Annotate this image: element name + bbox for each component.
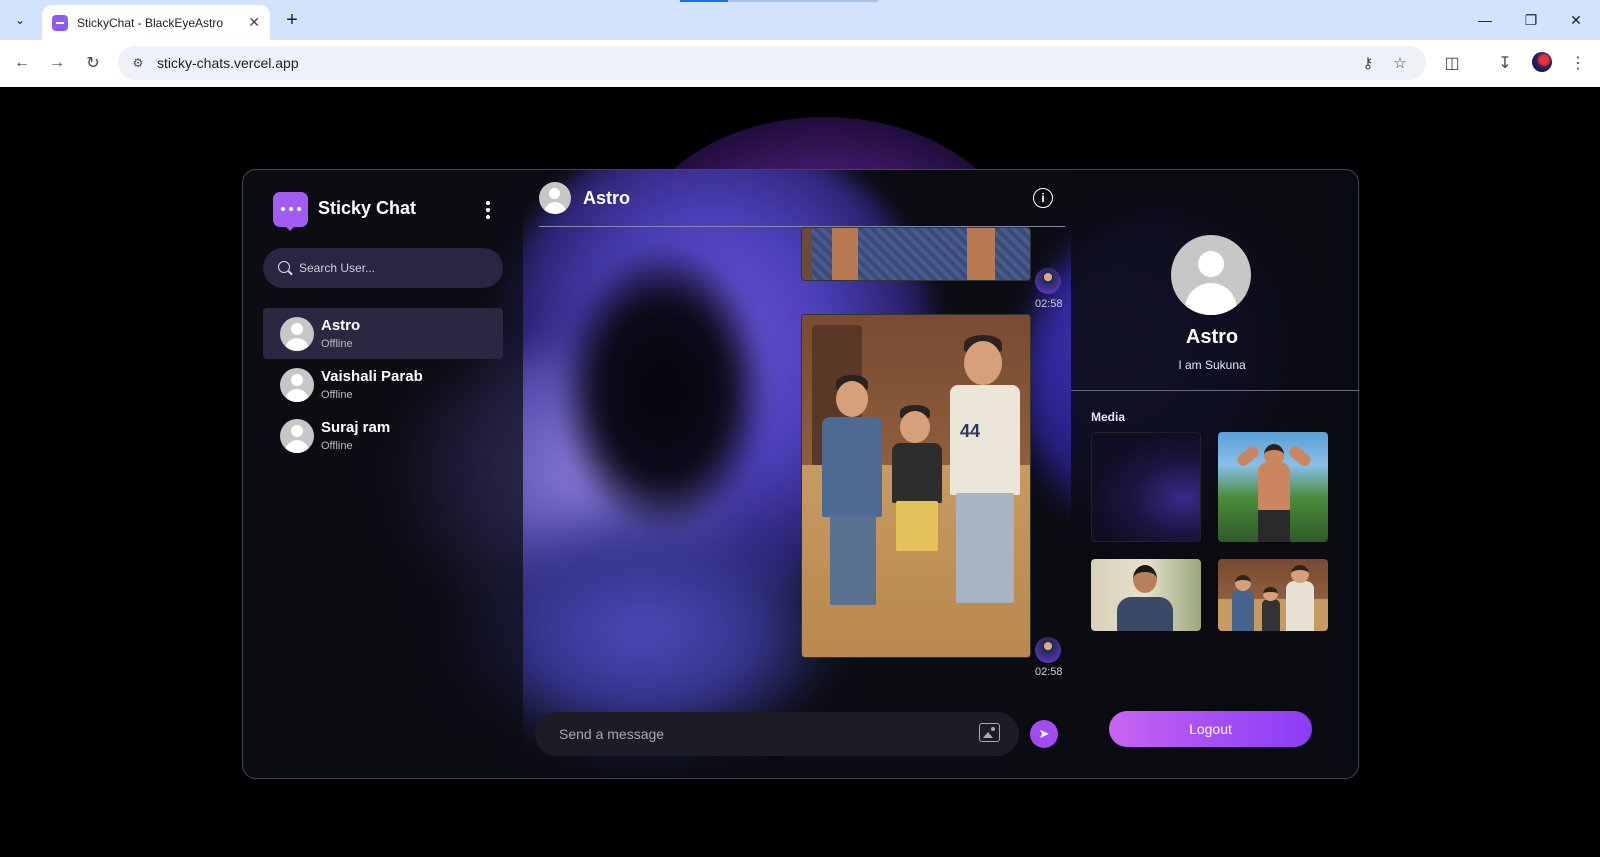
media-thumbnail[interactable]	[1218, 559, 1328, 631]
search-input[interactable]	[299, 258, 489, 278]
message-time: 02:58	[1035, 666, 1063, 678]
chat-panel: Astro i 02:58 44 02:58 Send a message ➤	[523, 170, 1071, 778]
user-avatar-icon	[280, 317, 314, 351]
restore-icon[interactable]: ❐	[1516, 8, 1546, 32]
media-thumbnail[interactable]	[1218, 432, 1328, 542]
bookmark-star-icon[interactable]: ☆	[1390, 53, 1410, 73]
media-heading: Media	[1091, 410, 1126, 424]
reload-icon[interactable]: ↻	[81, 51, 105, 75]
user-name: Suraj ram	[321, 419, 391, 436]
close-window-icon[interactable]: ✕	[1561, 8, 1591, 32]
tab-indicator-secondary	[728, 0, 878, 2]
user-item-vaishali-parab[interactable]: Vaishali Parab Offline	[263, 359, 503, 410]
url-text[interactable]: sticky-chats.vercel.app	[157, 55, 299, 71]
browser-tab-bar: ⌄ StickyChat - BlackEyeAstro ✕ + — ❐ ✕	[0, 0, 1600, 40]
user-status: Offline	[321, 338, 353, 350]
user-status: Offline	[321, 389, 353, 401]
info-icon[interactable]: i	[1033, 188, 1053, 208]
user-item-suraj-ram[interactable]: Suraj ram Offline	[263, 410, 503, 461]
brand-name: Sticky Chat	[318, 198, 417, 218]
tab-indicator	[680, 0, 728, 2]
send-button[interactable]: ➤	[1030, 720, 1058, 748]
profile-bio: I am Sukuna	[1178, 358, 1246, 372]
message-image[interactable]: 44	[801, 314, 1031, 658]
chat-header: Astro i	[539, 170, 1065, 227]
message-time: 02:58	[1035, 298, 1063, 310]
message-image[interactable]	[801, 227, 1031, 281]
site-info-icon[interactable]: ⚙	[128, 53, 148, 73]
message-input[interactable]	[559, 724, 959, 744]
user-status: Offline	[321, 440, 353, 452]
more-options-icon[interactable]	[480, 200, 496, 220]
sender-avatar	[1035, 268, 1061, 294]
media-thumbnail[interactable]	[1091, 432, 1201, 542]
profile-name: Astro	[1185, 326, 1239, 348]
divider	[1071, 390, 1358, 391]
chat-app-card: Sticky Chat Astro Offline Vaishali Parab…	[242, 169, 1359, 779]
message-composer	[535, 712, 1019, 756]
sidebar: Sticky Chat Astro Offline Vaishali Parab…	[243, 170, 523, 778]
new-tab-icon[interactable]: +	[280, 8, 304, 32]
user-avatar-icon	[280, 419, 314, 453]
search-icon	[278, 261, 290, 273]
back-icon[interactable]: ←	[10, 51, 34, 75]
profile-avatar[interactable]	[1532, 52, 1552, 72]
image-shirt-number: 44	[960, 421, 981, 441]
user-name: Vaishali Parab	[321, 368, 423, 385]
contact-name: Astro	[583, 188, 631, 208]
address-bar[interactable]: ⚙ sticky-chats.vercel.app ⚷ ☆	[118, 46, 1426, 80]
media-thumbnail[interactable]	[1091, 559, 1201, 631]
user-name: Astro	[321, 317, 361, 334]
password-key-icon[interactable]: ⚷	[1358, 53, 1378, 73]
browser-toolbar: ← → ↻ ⚙ sticky-chats.vercel.app ⚷ ☆ ◫ ↧ …	[0, 40, 1600, 87]
profile-avatar-icon	[1171, 235, 1251, 315]
extensions-icon[interactable]: ◫	[1440, 51, 1464, 75]
sender-avatar	[1035, 637, 1061, 663]
contact-avatar-icon	[539, 182, 571, 214]
chat-logo-icon	[273, 192, 308, 231]
image-upload-icon[interactable]	[979, 723, 1000, 742]
browser-menu-icon[interactable]: ⋮	[1566, 51, 1590, 75]
search-box[interactable]	[263, 248, 503, 288]
download-icon[interactable]: ↧	[1493, 51, 1517, 75]
browser-tab[interactable]: StickyChat - BlackEyeAstro ✕	[42, 5, 270, 40]
favicon-icon	[52, 14, 68, 31]
tab-title: StickyChat - BlackEyeAstro	[77, 15, 224, 30]
user-item-astro[interactable]: Astro Offline	[263, 308, 503, 359]
user-avatar-icon	[280, 368, 314, 402]
minimize-icon[interactable]: —	[1470, 8, 1500, 32]
tab-search-icon[interactable]: ⌄	[8, 8, 32, 32]
logout-button[interactable]: Logout	[1109, 711, 1312, 747]
forward-icon[interactable]: →	[45, 51, 69, 75]
page: Sticky Chat Astro Offline Vaishali Parab…	[0, 87, 1600, 857]
detail-panel: Astro I am Sukuna Media Logout	[1071, 170, 1358, 778]
tab-close-icon[interactable]: ✕	[248, 14, 260, 31]
